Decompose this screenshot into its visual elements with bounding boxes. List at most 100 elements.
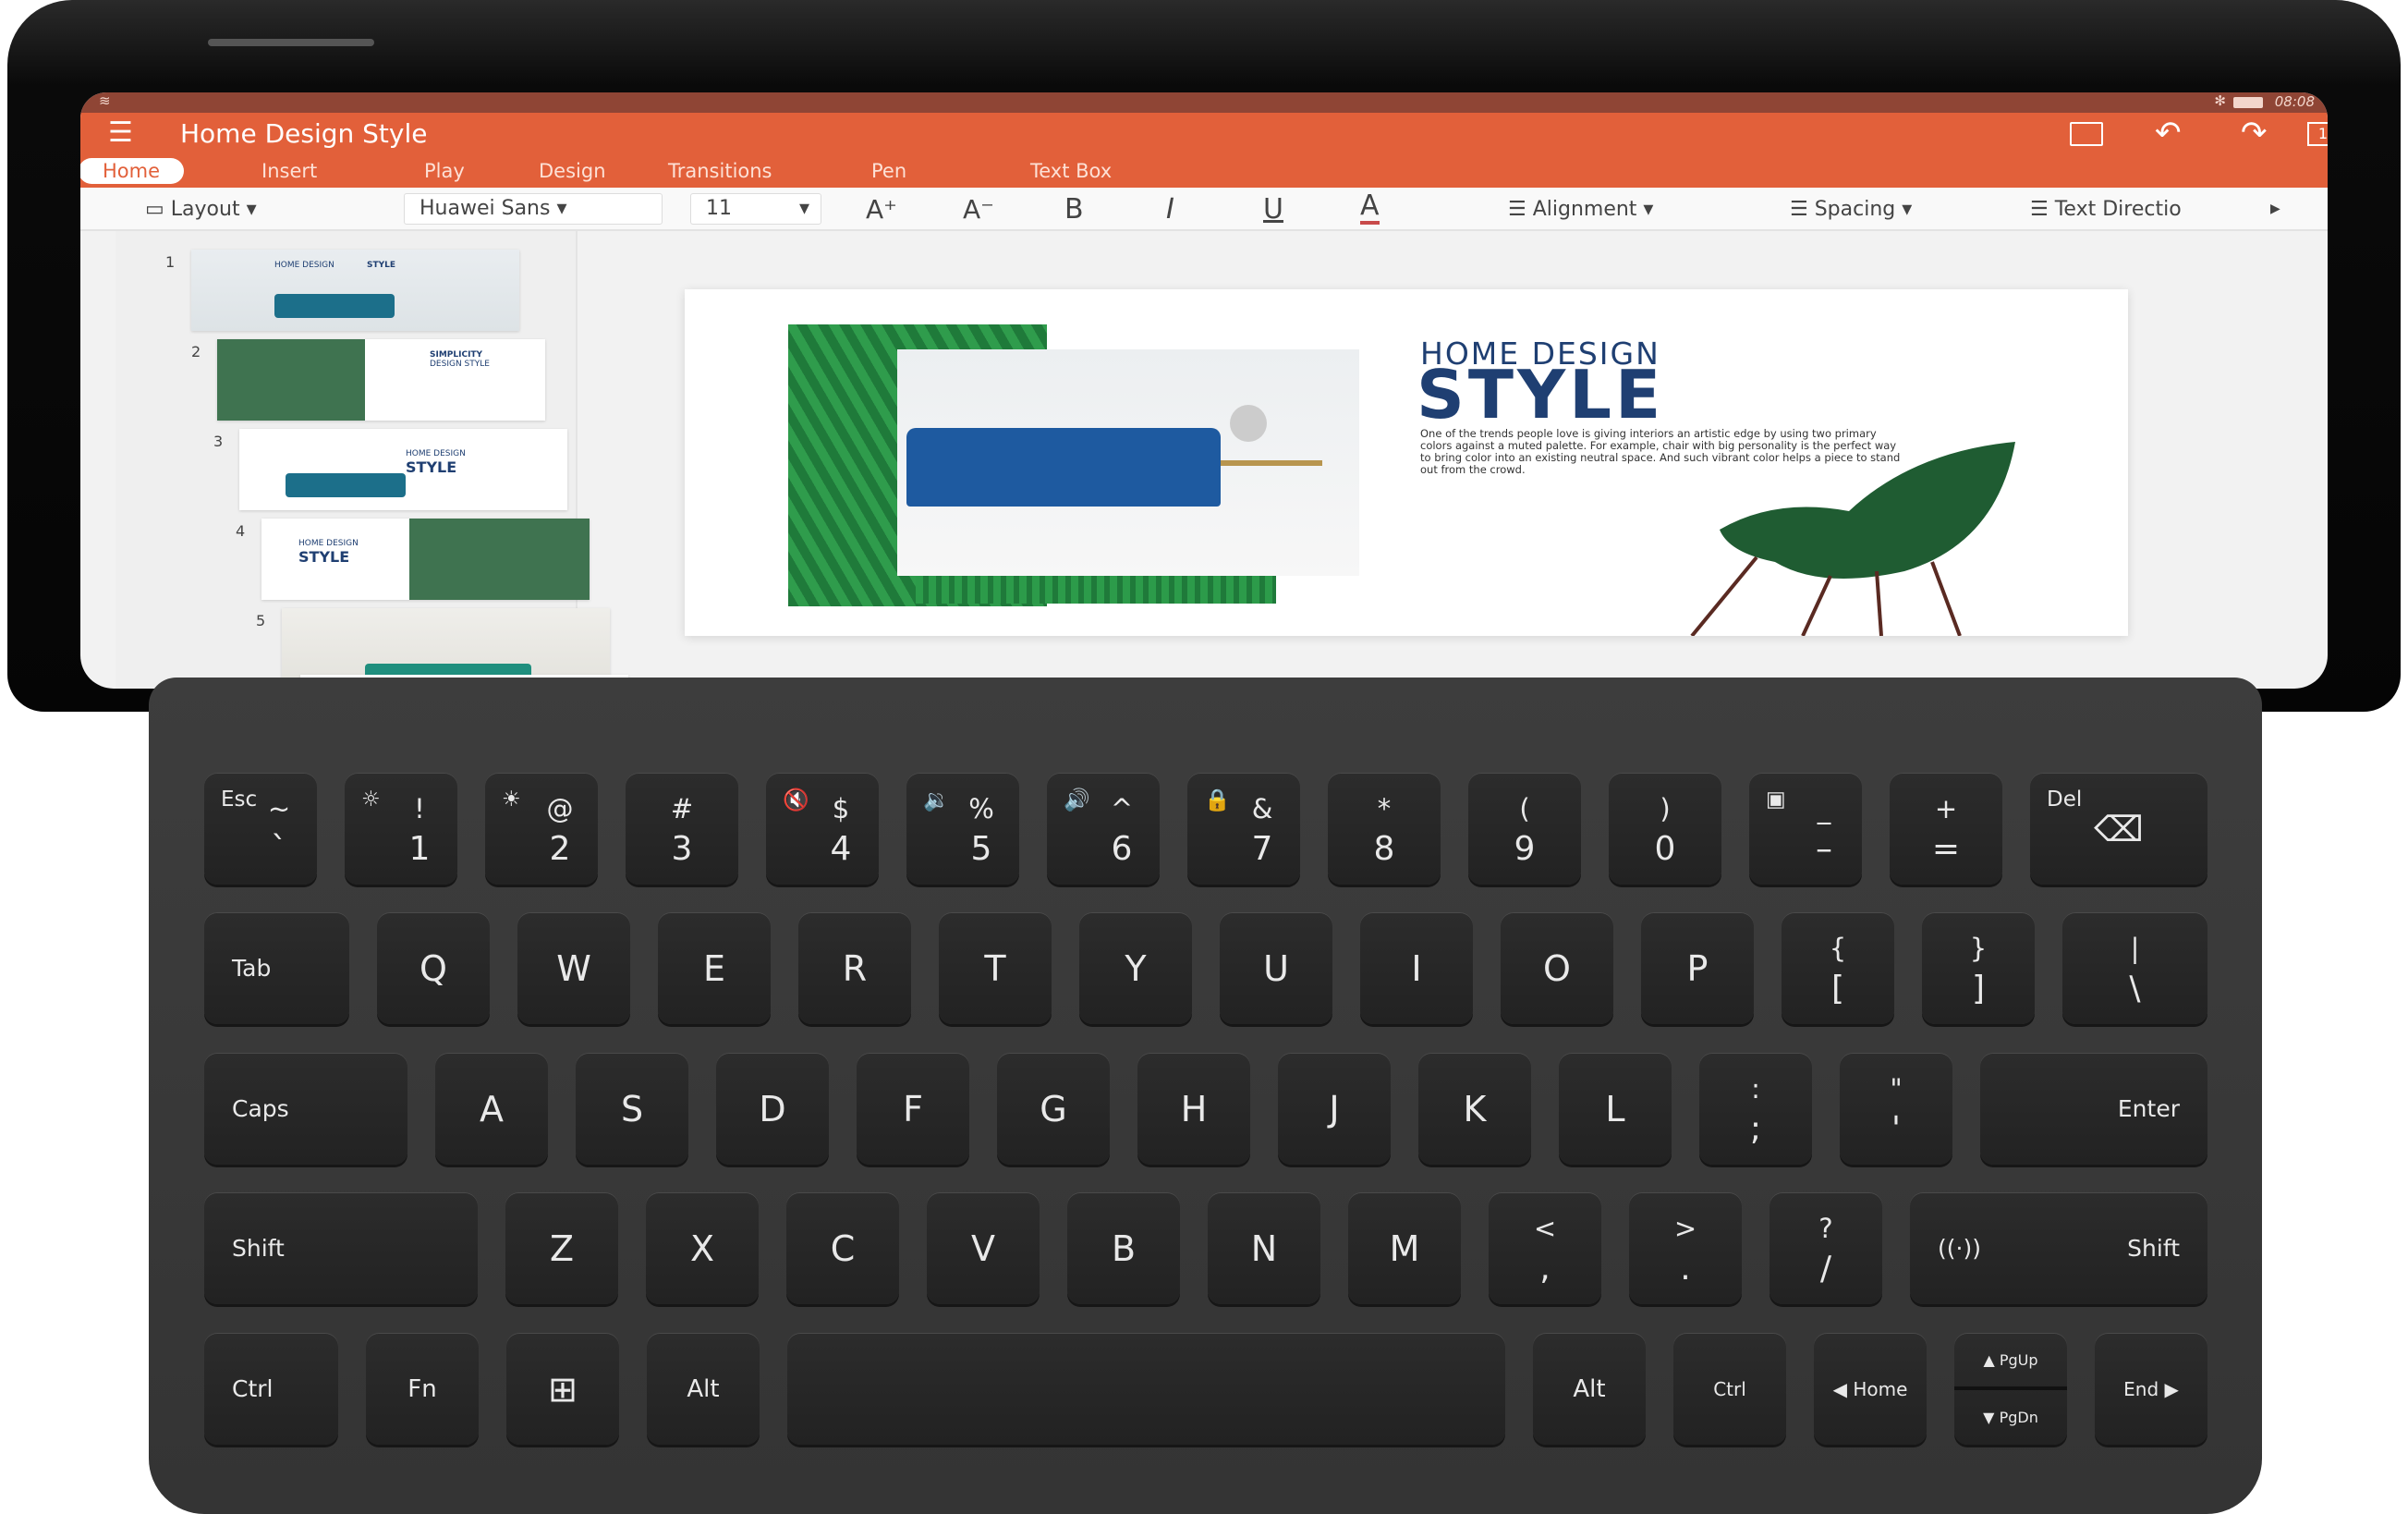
key-ctrl[interactable]: Ctrl [204, 1333, 338, 1445]
tab-pen[interactable]: Pen [847, 158, 930, 184]
key-q[interactable]: Q [377, 912, 490, 1024]
save-icon[interactable] [2070, 122, 2103, 146]
key-symbol[interactable]: + = [1890, 773, 2002, 885]
underline-button[interactable]: U [1263, 188, 1283, 231]
key-space[interactable] [787, 1333, 1505, 1445]
key-2[interactable]: ☀ @2 [485, 773, 598, 885]
key-enter[interactable]: Enter [1980, 1053, 2207, 1165]
increase-font-button[interactable]: A⁺ [866, 188, 897, 231]
key-shift-label: & [1251, 793, 1273, 824]
font-size-select[interactable]: 11 ▾ [690, 193, 821, 225]
alignment-button[interactable]: ☰ Alignment ▾ [1508, 188, 1653, 231]
keyboard-row: Esc ~ ` ☼! 1 ☀ @2 #3 🔇 $4 🔉% 5 🔊 ^ 6 🔒 & 7 * 8(9) 0 ▣ _ – + = Del ⌫ [204, 773, 2207, 885]
font-color-button[interactable]: A [1360, 188, 1380, 225]
key-f[interactable]: F [857, 1053, 969, 1165]
key-symbol[interactable]: :; [1699, 1053, 1812, 1165]
font-family-select[interactable]: Huawei Sans ▾ [404, 193, 663, 225]
undo-icon[interactable]: ↶ [2155, 115, 2182, 152]
key-symbol[interactable]: {[ [1782, 912, 1894, 1024]
sofa-photo [897, 349, 1359, 576]
key-pgdn[interactable]: ▲ PgUp ▼ PgDn [1954, 1333, 2067, 1445]
key-z[interactable]: Z [505, 1192, 618, 1304]
key-end[interactable]: End ▶ [2095, 1333, 2207, 1445]
key-t[interactable]: T [939, 912, 1052, 1024]
key-symbol[interactable]: >. [1629, 1192, 1742, 1304]
page-icon[interactable]: 1 [2307, 122, 2328, 146]
decrease-font-button[interactable]: A⁻ [963, 188, 994, 231]
key-n[interactable]: N [1208, 1192, 1320, 1304]
key-symbol[interactable]: | \ [2062, 912, 2207, 1024]
key-l[interactable]: L [1559, 1053, 1672, 1165]
more-arrow-icon[interactable]: ▶ [2270, 188, 2280, 231]
key-5[interactable]: 🔉% 5 [906, 773, 1019, 885]
redo-icon[interactable]: ↷ [2241, 115, 2268, 152]
key-6[interactable]: 🔊 ^ 6 [1047, 773, 1160, 885]
key-o[interactable]: O [1501, 912, 1613, 1024]
key-fn[interactable]: Fn [366, 1333, 479, 1445]
tab-home[interactable]: Home [80, 158, 185, 184]
key-a[interactable]: A [435, 1053, 548, 1165]
key-m[interactable]: M [1348, 1192, 1461, 1304]
key-9[interactable]: (9 [1468, 773, 1581, 885]
key-1[interactable]: ☼! 1 [345, 773, 457, 885]
key-v[interactable]: V [927, 1192, 1040, 1304]
key-symbol[interactable]: ? / [1770, 1192, 1882, 1304]
key-i[interactable]: I [1360, 912, 1473, 1024]
key-g[interactable]: G [997, 1053, 1110, 1165]
slide-thumbnail-3[interactable]: 3 HOME DESIGN STYLE [213, 429, 567, 510]
key-u[interactable]: U [1220, 912, 1332, 1024]
bold-button[interactable]: B [1064, 188, 1084, 231]
key-symbol[interactable]: ▣ _ – [1749, 773, 1862, 885]
tab-design[interactable]: Design [515, 158, 630, 184]
key-ctrl[interactable]: Ctrl [1673, 1333, 1786, 1445]
key-symbol[interactable]: " ' [1840, 1053, 1952, 1165]
thumbnail-title-light: HOME DESIGN [274, 261, 334, 270]
keyboard-row: Tab Q W E R T Y U I O P{[}] | \ [204, 912, 2207, 1024]
key-tab[interactable]: Tab [204, 912, 349, 1024]
key-7[interactable]: 🔒 & 7 [1187, 773, 1300, 885]
key-alt[interactable]: Alt [647, 1333, 760, 1445]
key-base-label: 5 [970, 830, 992, 868]
key-r[interactable]: R [798, 912, 911, 1024]
key-3[interactable]: #3 [626, 773, 738, 885]
text-direction-button[interactable]: ☰ Text Directio [2030, 188, 2182, 231]
key-symbol[interactable]: ((·)) Shift [1910, 1192, 2207, 1304]
key-y[interactable]: Y [1079, 912, 1192, 1024]
key-symbol[interactable]: Esc ~ ` [204, 773, 317, 885]
spacing-button[interactable]: ☰ Spacing ▾ [1790, 188, 1912, 231]
tab-text-box[interactable]: Text Box [1006, 158, 1136, 184]
tab-play[interactable]: Play [400, 158, 489, 184]
slide-thumbnail-1[interactable]: 1 HOME DESIGN STYLE [165, 250, 519, 331]
key-e[interactable]: E [658, 912, 771, 1024]
slide-canvas[interactable]: HOME DESIGN STYLE One of the trends peop… [685, 289, 2128, 636]
italic-button[interactable]: I [1166, 188, 1174, 231]
key-c[interactable]: C [786, 1192, 899, 1304]
key-x[interactable]: X [646, 1192, 759, 1304]
key-d[interactable]: D [716, 1053, 829, 1165]
key-caps[interactable]: Caps [204, 1053, 407, 1165]
key-8[interactable]: * 8 [1328, 773, 1441, 885]
key-s[interactable]: S [576, 1053, 688, 1165]
key-alt[interactable]: Alt [1533, 1333, 1646, 1445]
key-symbol[interactable]: ⊞ [506, 1333, 619, 1445]
key-j[interactable]: J [1278, 1053, 1391, 1165]
menu-icon[interactable]: ☰ [108, 116, 133, 149]
tab-transitions[interactable]: Transitions [644, 158, 797, 184]
key-symbol[interactable]: Del ⌫ [2030, 773, 2207, 885]
key-4[interactable]: 🔇 $4 [766, 773, 879, 885]
key-home[interactable]: ◀ Home [1814, 1333, 1927, 1445]
key-k[interactable]: K [1418, 1053, 1531, 1165]
layout-button[interactable]: ▭ Layout ▾ [145, 188, 257, 231]
key-p[interactable]: P [1641, 912, 1754, 1024]
keyboard-row: Shift Z X C V B N M <, >.? / ((·)) Shift [204, 1192, 2207, 1304]
tab-insert[interactable]: Insert [237, 158, 341, 184]
key-shift[interactable]: Shift [204, 1192, 478, 1304]
slide-thumbnail-4[interactable]: 4 HOME DESIGN STYLE [236, 519, 590, 600]
key-symbol[interactable]: <, [1489, 1192, 1601, 1304]
slide-thumbnail-2[interactable]: 2 DESIGN STYLE SIMPLICITY [191, 339, 545, 421]
key-0[interactable]: ) 0 [1609, 773, 1721, 885]
key-w[interactable]: W [517, 912, 630, 1024]
key-symbol[interactable]: }] [1922, 912, 2035, 1024]
key-b[interactable]: B [1067, 1192, 1180, 1304]
key-h[interactable]: H [1137, 1053, 1250, 1165]
